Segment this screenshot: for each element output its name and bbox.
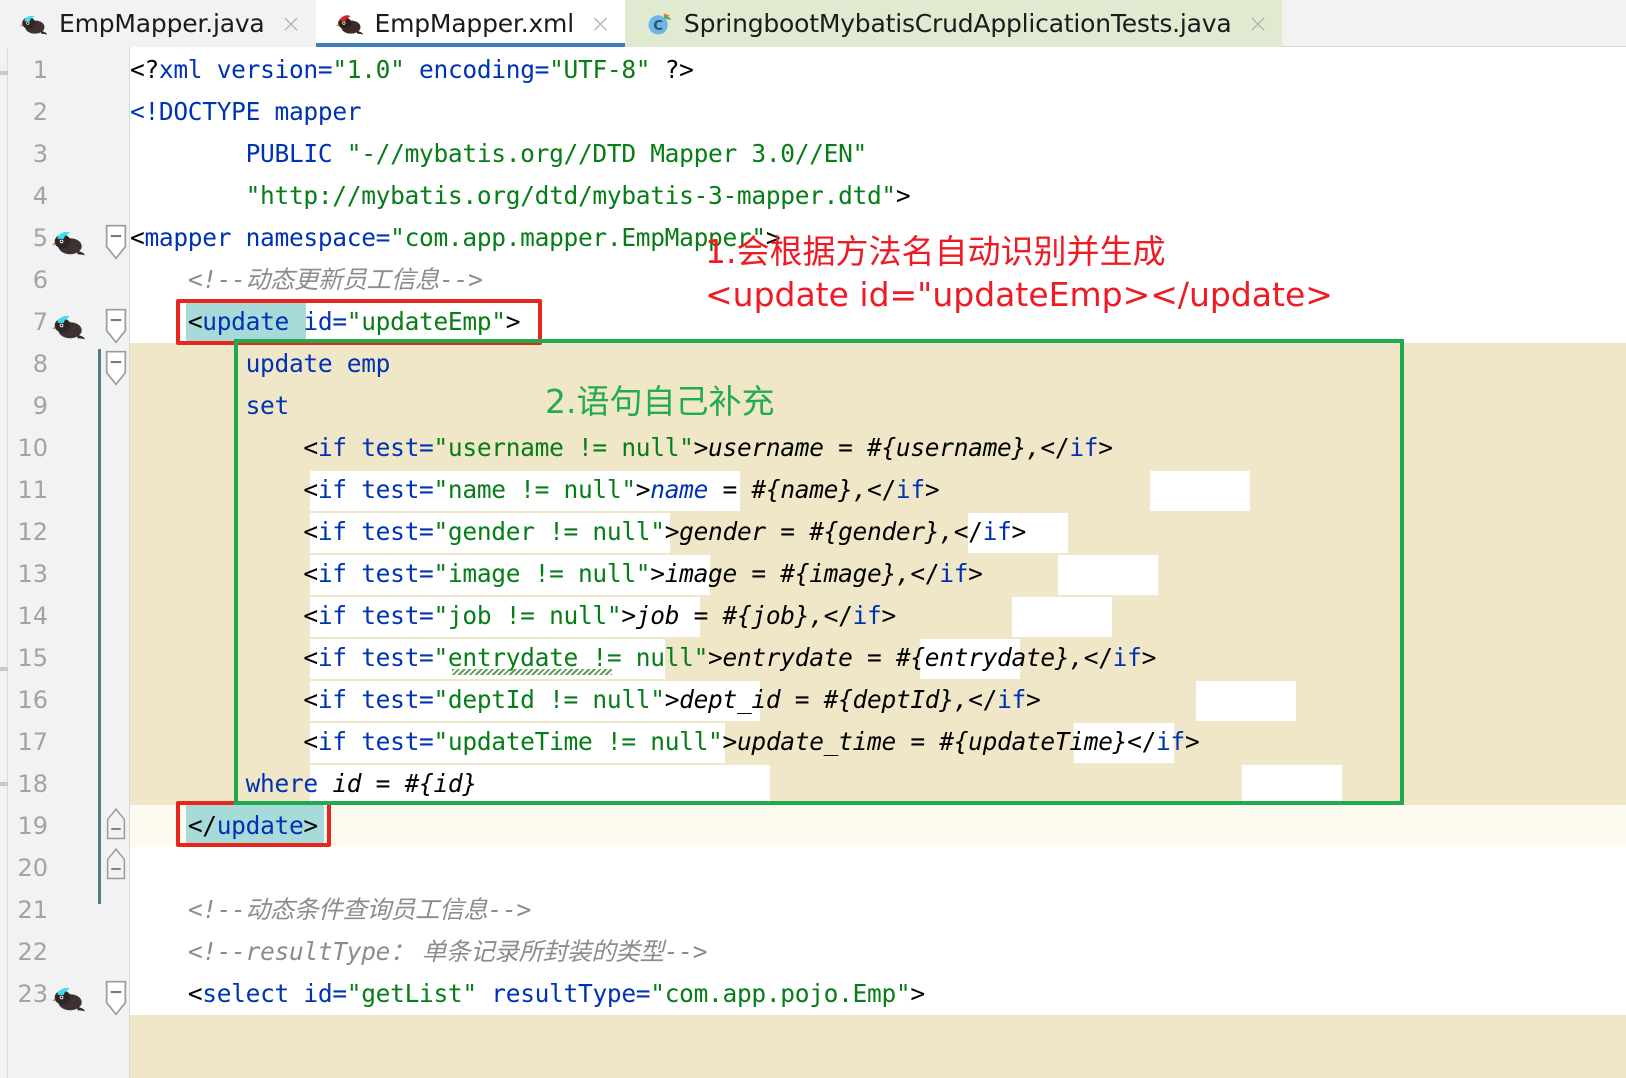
caret-line-highlight [130,805,1626,847]
close-icon[interactable]: × [281,11,302,36]
line-number: 15 [17,644,48,672]
line-number: 4 [32,182,48,210]
code-line-8: update emp [245,349,391,378]
tab-label: SpringbootMybatisCrudApplicationTests.ja… [683,9,1232,38]
code-line-4: "http://mybatis.org/dtd/mybatis-3-mapper… [245,181,911,210]
code-line-16: <if test="deptId != null">dept_id = #{de… [303,685,1041,714]
code-line-2: <!DOCTYPE mapper [130,97,362,126]
annotation-note-1-line-1: 1.会根据方法名自动识别并生成 [705,232,1166,271]
code-line-19: </update> [187,811,318,840]
code-line-9: set [245,391,290,420]
code-line-5: <mapper namespace="com.app.mapper.EmpMap… [130,223,781,252]
tab-emp-mapper-xml[interactable]: EmpMapper.xml × [315,0,626,47]
code-line-13: <if test="image != null">image = #{image… [303,559,983,588]
line-number: 8 [32,350,48,378]
search-highlight [1242,765,1342,805]
fold-marker-icon[interactable] [104,221,128,263]
fold-marker-end-icon[interactable] [104,847,128,889]
line-number: 5 [32,224,48,252]
annotation-note-1-line-2: <update id="updateEmp></update> [705,275,1333,314]
code-line-11: <if test="name != null">name = #{name},<… [303,475,940,504]
line-number: 6 [32,266,48,294]
mybatis-bird-red-icon [335,14,363,34]
search-highlight [1150,471,1250,511]
line-number: 19 [17,812,48,840]
search-highlight [1058,555,1158,595]
line-number: 9 [32,392,48,420]
code-line-6: <!--动态更新员工信息--> [187,265,483,294]
line-number: 10 [17,434,48,462]
line-number: 12 [17,518,48,546]
spring-test-class-icon: C [648,13,672,34]
line-number: 3 [32,140,48,168]
fold-marker-icon[interactable] [104,305,128,347]
line-number: 7 [32,308,48,336]
line-number: 13 [17,560,48,588]
search-highlight [1196,681,1296,721]
tab-emp-mapper-java[interactable]: EmpMapper.java × [0,0,316,47]
code-editor[interactable]: 1 2 3 4 5 6 7 8 9 10 11 12 13 14 15 16 1… [0,47,1626,1078]
fold-marker-icon[interactable] [104,977,128,1019]
line-number: 23 [17,980,48,1008]
line-number: 18 [17,770,48,798]
code-line-12: <if test="gender != null">gender = #{gen… [303,517,1026,546]
close-icon[interactable]: × [1248,11,1269,36]
line-number: 14 [17,602,48,630]
scope-background [130,1015,1626,1078]
line-number: 20 [17,854,48,882]
code-line-10: <if test="username != null">username = #… [303,433,1113,462]
tab-label: EmpMapper.xml [374,9,575,38]
scope-indicator-bar [98,349,101,904]
code-line-18: where id = #{id} [245,769,478,798]
line-number: 11 [17,476,48,504]
mybatis-bird-icon[interactable] [52,977,86,1019]
line-number: 16 [17,686,48,714]
code-line-21: <!--动态条件查询员工信息--> [187,895,531,924]
code-line-23: <select id="getList" resultType="com.app… [187,979,925,1008]
line-number: 21 [17,896,48,924]
line-number: 17 [17,728,48,756]
fold-marker-end-icon[interactable] [104,807,128,849]
code-line-3: PUBLIC "-//mybatis.org//DTD Mapper 3.0//… [245,139,868,168]
tab-springboot-mybatis-crud-application-tests-java[interactable]: C SpringbootMybatisCrudApplicationTests.… [624,0,1283,47]
spellcheck-squiggle [452,669,612,675]
code-line-7: <update id="updateEmp"> [187,307,521,336]
close-icon[interactable]: × [590,11,611,36]
code-line-17: <if test="updateTime != null">update_tim… [303,727,1200,756]
code-content-area[interactable]: <?xml version="1.0" encoding="UTF-8" ?> … [130,47,1626,1078]
editor-tab-bar: EmpMapper.java × EmpMapper.xml × C Sprin… [0,0,1626,47]
mybatis-bird-icon [20,15,48,34]
line-number: 22 [17,938,48,966]
tab-label: EmpMapper.java [59,9,265,38]
code-line-15: <if test="entrydate != null">entrydate =… [303,643,1157,672]
line-number: 2 [32,98,48,126]
code-line-1: <?xml version="1.0" encoding="UTF-8" ?> [130,55,694,84]
fold-marker-icon[interactable] [104,347,128,389]
svg-text:C: C [653,19,663,34]
code-line-22: <!--resultType： 单条记录所封装的类型--> [187,937,708,966]
annotation-note-2-line-1: 2.语句自己补充 [545,382,775,421]
mybatis-bird-icon[interactable] [52,305,86,347]
code-line-14: <if test="job != null">job = #{job},</if… [303,601,896,630]
mybatis-bird-icon[interactable] [52,221,86,263]
line-number: 1 [32,56,48,84]
search-highlight [1012,597,1112,637]
